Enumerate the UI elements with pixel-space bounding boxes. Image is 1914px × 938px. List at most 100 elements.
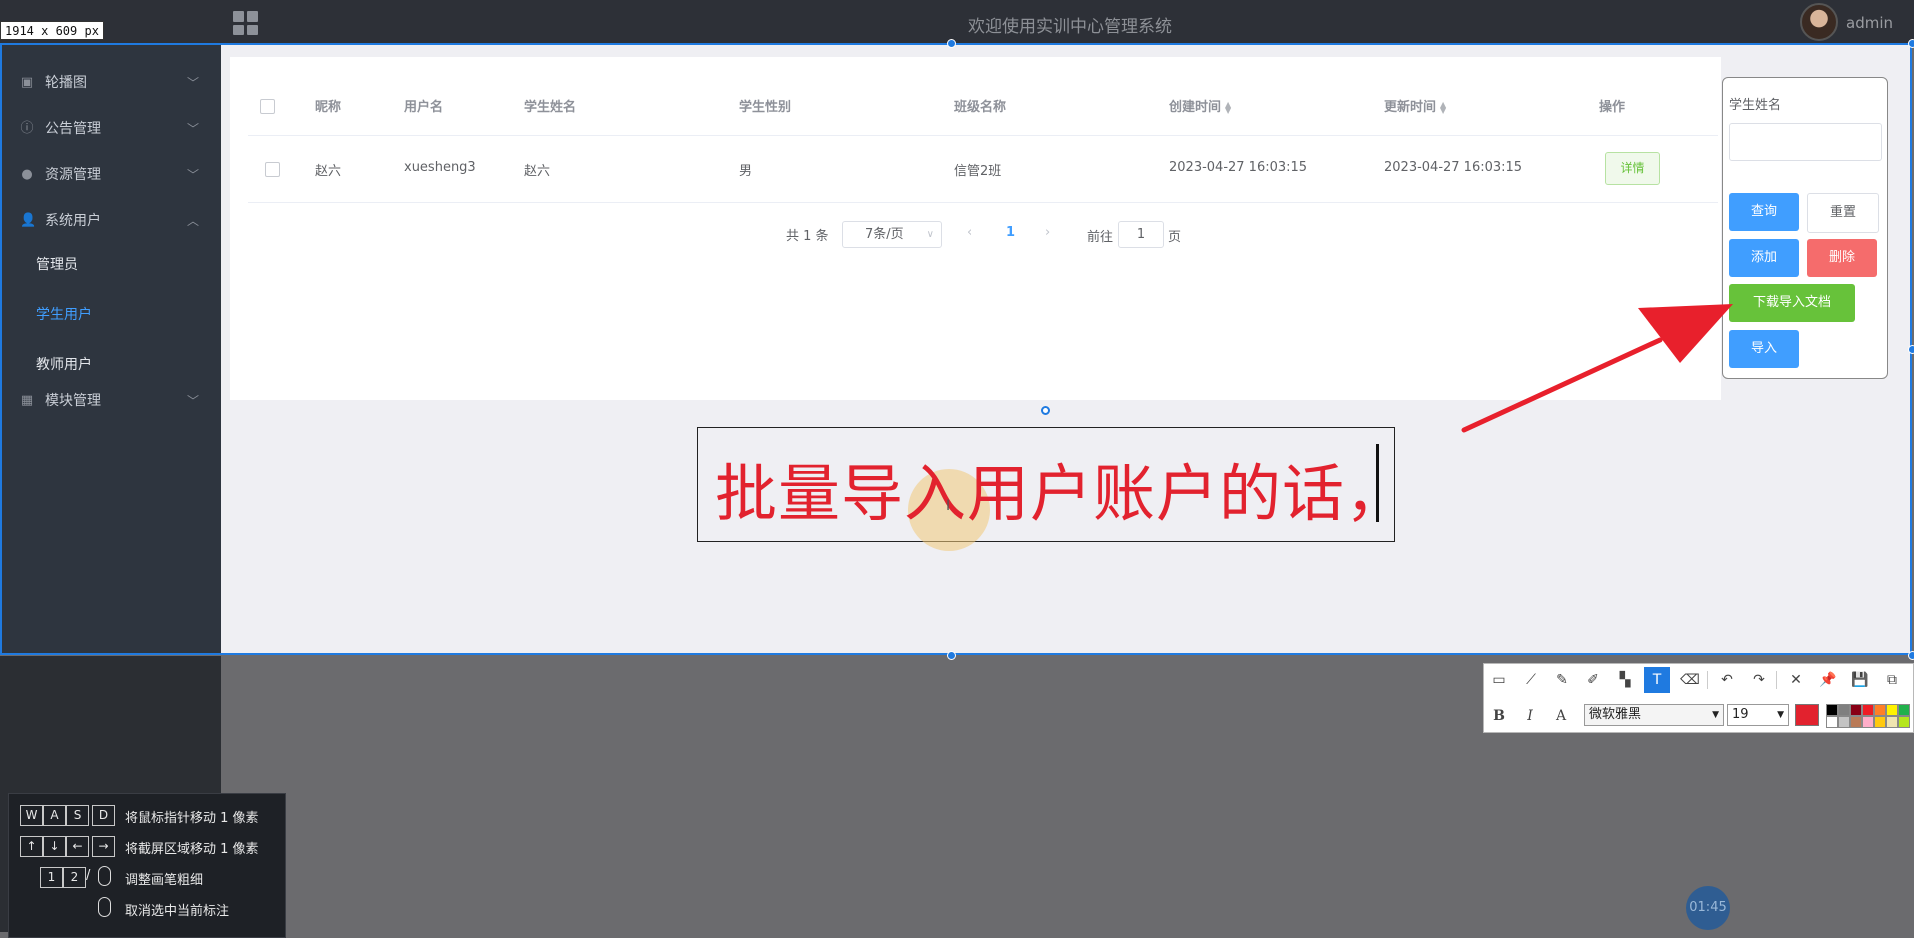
- column-header-created[interactable]: 创建时间 ▲ ▼: [1169, 96, 1231, 115]
- marker-tool-icon[interactable]: ✐: [1580, 667, 1606, 693]
- cell-class: 信管2班: [954, 164, 1002, 179]
- column-header-updated[interactable]: 更新时间 ▲ ▼: [1384, 96, 1446, 115]
- sidebar-item-resources[interactable]: ● 资源管理 ﹀: [0, 155, 221, 195]
- resize-handle[interactable]: [1908, 651, 1914, 660]
- shortcut-text: 将鼠标指针移动 1 像素: [125, 811, 259, 826]
- italic-button[interactable]: I: [1517, 703, 1543, 729]
- font-size-select[interactable]: 19 ▼: [1727, 704, 1789, 726]
- sidebar-subitem-teachers[interactable]: 教师用户: [0, 345, 221, 385]
- color-swatch[interactable]: [1898, 716, 1910, 728]
- app-grid-icon[interactable]: [233, 11, 259, 35]
- pen-tool-icon[interactable]: ✎: [1549, 667, 1575, 693]
- line-tool-icon[interactable]: ⟋: [1518, 667, 1544, 693]
- user-icon: 👤: [20, 213, 37, 228]
- cell-username: xuesheng3: [404, 160, 476, 175]
- next-page-button[interactable]: ›: [1045, 225, 1050, 240]
- mouse-right-click-icon: [98, 897, 111, 917]
- goto-page-input[interactable]: 1: [1118, 221, 1164, 248]
- column-header: 班级名称: [954, 100, 1007, 115]
- color-swatch[interactable]: [1838, 704, 1850, 716]
- column-header-label: 创建时间: [1169, 100, 1222, 115]
- prev-page-button[interactable]: ‹: [967, 225, 972, 240]
- user-name[interactable]: admin: [1846, 14, 1893, 32]
- info-icon: ⓘ: [20, 121, 34, 136]
- font-family-select[interactable]: 微软雅黑 ▼: [1584, 704, 1724, 726]
- location-icon: ●: [21, 167, 33, 182]
- page-size-select[interactable]: 7条/页 ∨: [842, 221, 942, 248]
- avatar[interactable]: [1800, 3, 1838, 41]
- grid-icon: ▦: [20, 393, 34, 408]
- key-up: ↑: [20, 836, 43, 857]
- cell-name: 赵六: [524, 164, 551, 179]
- sidebar-item-system-users[interactable]: 👤 系统用户 ︿: [0, 201, 221, 241]
- outline-text-button[interactable]: A: [1548, 703, 1574, 729]
- sidebar-item-modules[interactable]: ▦ 模块管理 ﹀: [0, 381, 221, 421]
- bold-button[interactable]: B: [1486, 703, 1512, 729]
- color-swatch[interactable]: [1898, 704, 1910, 716]
- resize-handle[interactable]: [947, 651, 956, 660]
- toolbar-divider: [1707, 671, 1708, 689]
- resize-handle[interactable]: [1908, 345, 1914, 354]
- sort-icon[interactable]: ▲ ▼: [1225, 100, 1231, 114]
- column-header: 学生性别: [739, 100, 792, 115]
- select-all-checkbox[interactable]: [260, 99, 275, 114]
- undo-icon[interactable]: ↶: [1714, 667, 1740, 693]
- mosaic-tool-icon[interactable]: ▚: [1612, 667, 1638, 693]
- color-swatch[interactable]: [1850, 704, 1862, 716]
- sidebar-item-label: 公告管理: [45, 121, 101, 137]
- color-swatch[interactable]: [1886, 716, 1898, 728]
- key-left: ←: [66, 836, 89, 857]
- font-family-value: 微软雅黑: [1589, 707, 1642, 722]
- color-swatch[interactable]: [1838, 716, 1850, 728]
- text-tool-icon[interactable]: T: [1644, 667, 1670, 693]
- color-swatch[interactable]: [1862, 704, 1874, 716]
- rectangle-tool-icon[interactable]: ▭: [1486, 667, 1512, 693]
- close-icon[interactable]: ✕: [1783, 667, 1809, 693]
- color-swatch[interactable]: [1850, 716, 1862, 728]
- sidebar-subitem-students[interactable]: 学生用户: [0, 295, 221, 335]
- sidebar-subitem-admin[interactable]: 管理员: [0, 245, 221, 285]
- shortcut-text: 调整画笔粗细: [125, 873, 204, 888]
- row-divider: [248, 135, 1718, 136]
- eraser-tool-icon[interactable]: ⌫: [1677, 667, 1703, 693]
- color-swatch[interactable]: [1826, 716, 1838, 728]
- sidebar-item-notice[interactable]: ⓘ 公告管理 ﹀: [0, 109, 221, 149]
- detail-button[interactable]: 详情: [1605, 152, 1660, 185]
- ibeam-cursor-icon: I: [946, 498, 951, 514]
- shortcut-text: 将截屏区域移动 1 像素: [125, 842, 259, 857]
- sort-icon[interactable]: ▲ ▼: [1440, 100, 1446, 114]
- redo-icon[interactable]: ↷: [1746, 667, 1772, 693]
- row-checkbox[interactable]: [265, 162, 280, 177]
- cell-created: 2023-04-27 16:03:15: [1169, 160, 1308, 175]
- color-swatch[interactable]: [1874, 704, 1886, 716]
- save-icon[interactable]: 💾: [1847, 667, 1873, 693]
- column-header: 昵称: [315, 100, 342, 115]
- delete-button[interactable]: 删除: [1807, 239, 1877, 277]
- pin-icon[interactable]: 📌: [1815, 667, 1841, 693]
- text-annotation[interactable]: 批量导入用户账户的话，: [715, 443, 1408, 533]
- key-right: →: [92, 836, 115, 857]
- add-button[interactable]: 添加: [1729, 239, 1799, 277]
- current-page[interactable]: 1: [1006, 225, 1015, 240]
- red-arrow-annotation[interactable]: [1450, 280, 1750, 440]
- cell-nickname: 赵六: [315, 164, 342, 179]
- chevron-up-icon: ︿: [187, 214, 200, 228]
- student-name-input[interactable]: [1729, 123, 1882, 161]
- column-header-label: 更新时间: [1384, 100, 1437, 115]
- current-color-swatch[interactable]: [1795, 704, 1819, 726]
- row-divider: [248, 202, 1718, 203]
- copy-icon[interactable]: ⧉: [1879, 667, 1905, 693]
- recording-timer[interactable]: 01:45: [1686, 886, 1730, 930]
- image-icon: ▣: [20, 75, 34, 90]
- color-swatch[interactable]: [1826, 704, 1838, 716]
- color-swatch[interactable]: [1886, 704, 1898, 716]
- color-swatch[interactable]: [1874, 716, 1886, 728]
- sidebar-item-carousel[interactable]: ▣ 轮播图 ﹀: [0, 63, 221, 103]
- header-title: 欢迎使用实训中心管理系统: [968, 17, 1172, 37]
- rotate-handle[interactable]: [1041, 406, 1050, 415]
- reset-button[interactable]: 重置: [1807, 193, 1879, 233]
- resize-handle[interactable]: [947, 39, 956, 48]
- query-button[interactable]: 查询: [1729, 193, 1799, 231]
- resize-handle[interactable]: [1908, 39, 1914, 48]
- color-swatch[interactable]: [1862, 716, 1874, 728]
